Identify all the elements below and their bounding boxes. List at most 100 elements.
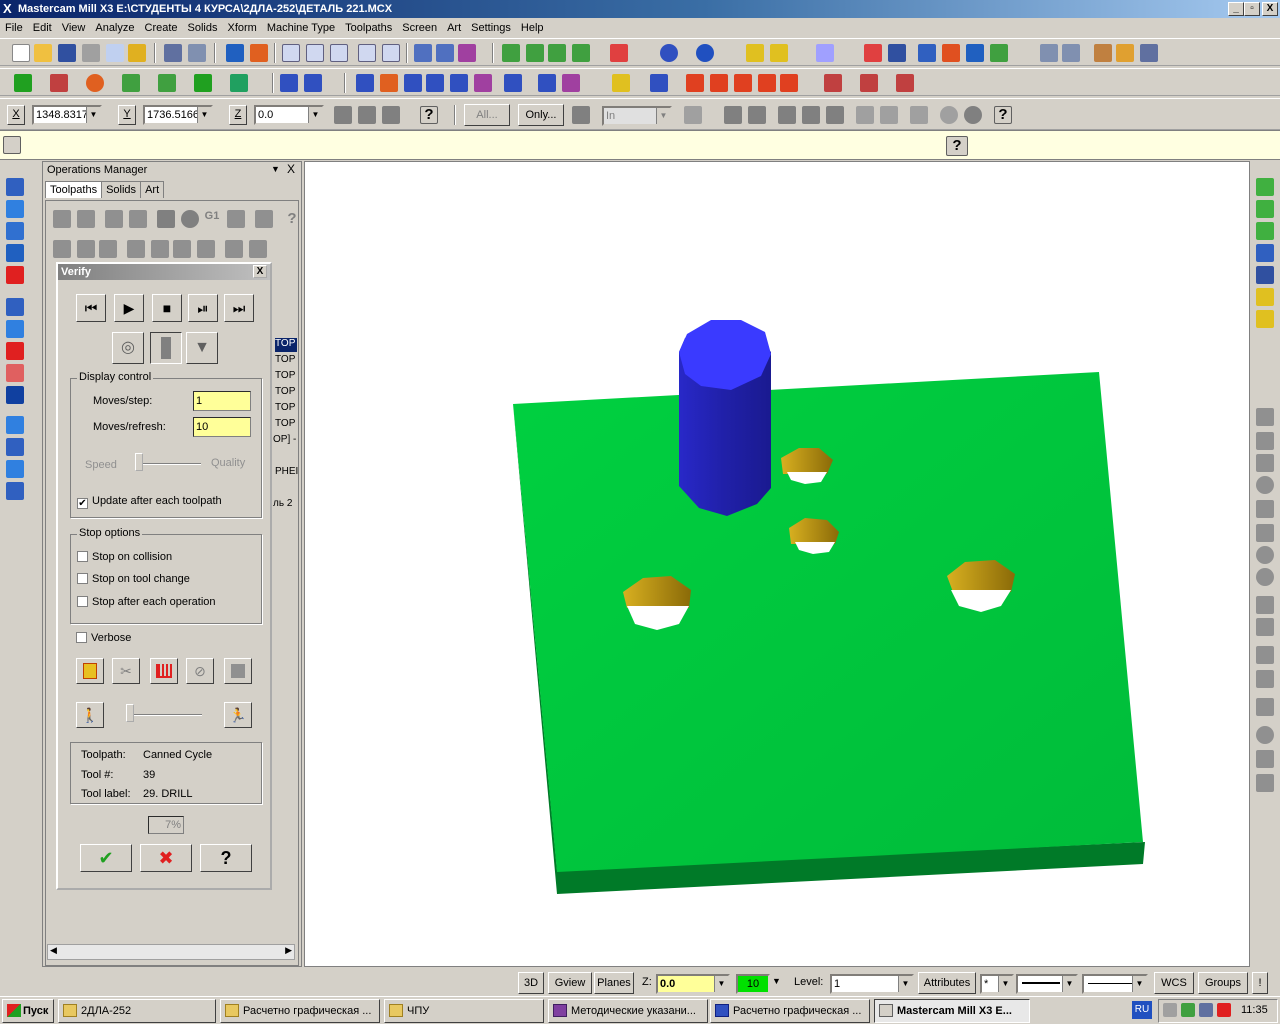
solid-fillet-icon[interactable] xyxy=(6,342,24,360)
fit-icon[interactable] xyxy=(282,44,300,62)
zoom-target-icon[interactable] xyxy=(358,44,376,62)
moves-refresh-input[interactable]: 10 xyxy=(193,417,251,437)
brush-icon[interactable] xyxy=(1116,44,1134,62)
units-select[interactable]: In xyxy=(602,106,672,126)
tool-icon[interactable] xyxy=(436,44,454,62)
light-icon[interactable] xyxy=(612,74,630,92)
globe-icon[interactable] xyxy=(660,44,678,62)
stretch-icon[interactable] xyxy=(504,74,522,92)
gear-right-icon[interactable] xyxy=(1256,750,1274,768)
surface-down-icon[interactable] xyxy=(6,244,24,262)
chain-icon[interactable] xyxy=(414,44,432,62)
circle-icon[interactable] xyxy=(86,74,104,92)
menu-edit[interactable]: Edit xyxy=(28,18,57,38)
verify-close-button[interactable]: X xyxy=(253,265,267,278)
view-folder-icon[interactable] xyxy=(1256,310,1274,328)
sphere-icon[interactable] xyxy=(696,44,714,62)
toggle-post-icon[interactable] xyxy=(99,240,117,258)
compare-button[interactable]: ⊘ xyxy=(186,658,214,684)
solid-boolean-icon[interactable] xyxy=(6,416,24,434)
layer-right-icon[interactable] xyxy=(1256,618,1274,636)
polygon-select-icon[interactable] xyxy=(778,106,796,124)
triangle-icon[interactable] xyxy=(562,74,580,92)
color-swatch[interactable]: 10 xyxy=(736,974,770,994)
start-button[interactable]: Пуск xyxy=(2,999,54,1023)
rotate-right-icon[interactable] xyxy=(1256,476,1274,494)
rotate-icon[interactable] xyxy=(404,74,422,92)
solid-box-icon[interactable] xyxy=(6,298,24,316)
task-item[interactable]: Расчетно графическая ... xyxy=(220,999,380,1023)
select-only-button[interactable]: Only... xyxy=(518,104,564,126)
walk-slow-button[interactable]: 🚶 xyxy=(76,702,104,728)
measure-icon[interactable] xyxy=(816,44,834,62)
stack-right-icon[interactable] xyxy=(1256,646,1274,664)
scroll-right-icon[interactable]: ▶ xyxy=(285,945,292,956)
menu-machine-type[interactable]: Machine Type xyxy=(262,18,340,38)
redo-icon[interactable] xyxy=(188,44,206,62)
print-icon[interactable] xyxy=(82,44,100,62)
simulation-speed-slider-thumb[interactable] xyxy=(126,704,134,722)
display-selected-group-icon[interactable] xyxy=(249,240,267,258)
line-style-select[interactable] xyxy=(1016,974,1078,994)
view-top-icon[interactable] xyxy=(1256,178,1274,196)
task-item[interactable]: Методические указани... xyxy=(548,999,708,1023)
project-icon[interactable] xyxy=(474,74,492,92)
move-up-icon[interactable] xyxy=(151,240,169,258)
delete-ops-icon[interactable] xyxy=(255,210,273,228)
move-down-icon[interactable] xyxy=(127,240,145,258)
point-style-select[interactable]: * xyxy=(980,974,1014,994)
graphics-viewport[interactable] xyxy=(304,161,1250,967)
undo-icon[interactable] xyxy=(164,44,182,62)
y-coord-input[interactable]: 1736.5166 xyxy=(143,105,213,125)
panel-close-button[interactable]: X xyxy=(287,162,295,176)
run-fast-button[interactable]: 🏃 xyxy=(224,702,252,728)
menu-toolpaths[interactable]: Toolpaths xyxy=(340,18,397,38)
selection-mode-icon[interactable] xyxy=(684,106,702,124)
stop-after-each-operation-checkbox[interactable]: Stop after each operation xyxy=(77,596,216,608)
menu-help[interactable]: Help xyxy=(516,18,549,38)
fast-point-icon[interactable] xyxy=(334,106,352,124)
update-after-toolpath-checkbox[interactable]: ✔ Update after each toolpath xyxy=(77,495,222,509)
sphere-right-icon[interactable] xyxy=(1256,546,1274,564)
tab-solids[interactable]: Solids xyxy=(101,181,142,198)
zoom-out-icon[interactable] xyxy=(382,44,400,62)
scale-icon[interactable] xyxy=(426,74,444,92)
solid-manager-icon[interactable] xyxy=(6,482,24,500)
block-right-icon[interactable] xyxy=(1256,670,1274,688)
window-icon[interactable] xyxy=(1040,44,1058,62)
simulation-speed-slider[interactable] xyxy=(126,714,202,716)
speed-quality-slider-thumb[interactable] xyxy=(135,453,143,471)
solid-revolve-icon[interactable] xyxy=(6,320,24,338)
move-plus-icon[interactable] xyxy=(1256,408,1274,426)
menu-settings[interactable]: Settings xyxy=(466,18,516,38)
mirror-icon[interactable] xyxy=(380,74,398,92)
body-select-icon[interactable] xyxy=(964,106,982,124)
planes-button[interactable]: Planes xyxy=(594,972,634,994)
cut-stock-button[interactable]: ✂ xyxy=(112,658,140,684)
verify-icon[interactable] xyxy=(181,210,199,228)
solid-layout-icon[interactable] xyxy=(6,438,24,456)
auto-cursor-icon[interactable] xyxy=(358,106,376,124)
menu-file[interactable]: File xyxy=(0,18,28,38)
toggle-display-icon[interactable] xyxy=(77,240,95,258)
view-top-icon[interactable] xyxy=(502,44,520,62)
select-all-button[interactable]: All... xyxy=(464,104,510,126)
task-item[interactable]: ЧПУ xyxy=(384,999,544,1023)
regen-dirty-icon[interactable] xyxy=(129,210,147,228)
select-all-ops-icon[interactable] xyxy=(53,210,71,228)
drill-icon[interactable] xyxy=(758,74,776,92)
z-depth-input[interactable]: 0.0 xyxy=(656,974,730,994)
rewind-button[interactable]: ⏮ xyxy=(76,294,106,322)
gview-button[interactable]: Gview xyxy=(548,972,592,994)
chamfer-icon[interactable] xyxy=(158,74,176,92)
tray-antivirus-icon[interactable] xyxy=(1217,1003,1231,1017)
edit-ribbon-icon[interactable] xyxy=(3,136,21,154)
menu-art[interactable]: Art xyxy=(442,18,466,38)
backplot-icon[interactable] xyxy=(157,210,175,228)
window-select-icon[interactable] xyxy=(748,106,766,124)
handle-icon[interactable] xyxy=(1256,432,1274,450)
list-item[interactable]: OP] - xyxy=(273,434,296,445)
list-item[interactable]: TOP xyxy=(275,338,297,352)
attributes-button[interactable]: Attributes xyxy=(918,972,976,994)
fast-forward-button[interactable]: ⏭ xyxy=(224,294,254,322)
